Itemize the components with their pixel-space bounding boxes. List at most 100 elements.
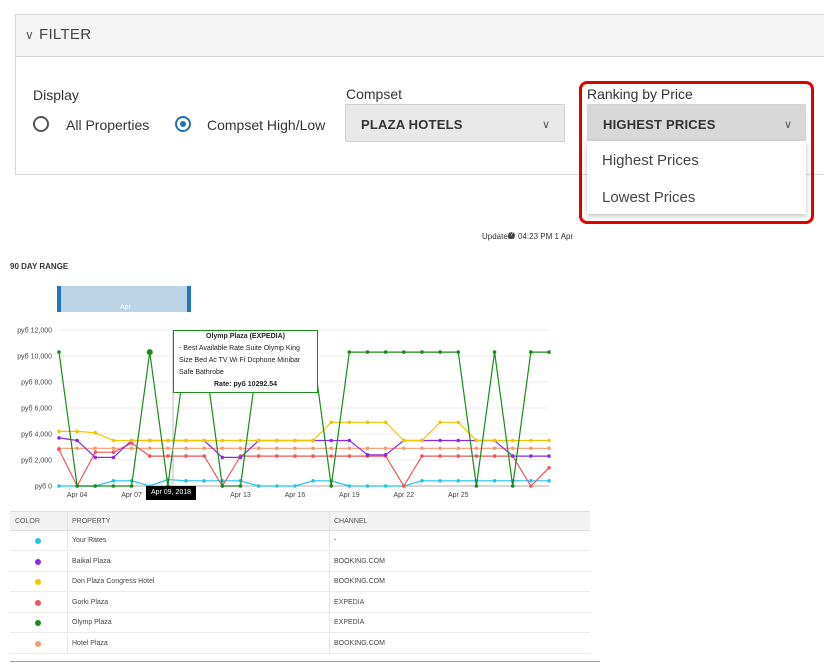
data-point[interactable]	[474, 438, 479, 443]
data-point[interactable]	[529, 484, 533, 488]
data-point[interactable]	[492, 454, 497, 458]
data-point[interactable]	[547, 454, 551, 458]
data-point[interactable]	[329, 446, 334, 451]
data-point[interactable]	[57, 350, 61, 354]
data-point[interactable]	[438, 438, 442, 443]
data-point[interactable]	[420, 454, 424, 458]
data-point[interactable]	[93, 484, 98, 488]
data-point[interactable]	[456, 350, 461, 354]
data-point[interactable]	[438, 446, 442, 451]
data-point[interactable]	[220, 438, 225, 443]
data-point[interactable]	[202, 454, 206, 458]
data-point[interactable]	[75, 438, 79, 443]
help-icon[interactable]: ?	[508, 232, 515, 239]
data-point[interactable]	[456, 420, 461, 425]
data-point[interactable]	[75, 484, 79, 488]
data-point[interactable]	[492, 479, 497, 483]
data-point[interactable]	[365, 350, 370, 354]
data-point[interactable]	[184, 479, 188, 483]
data-point[interactable]	[293, 438, 297, 443]
data-point[interactable]	[402, 484, 406, 488]
data-point[interactable]	[329, 454, 334, 458]
chevron-down-icon[interactable]: ∨	[25, 28, 34, 42]
data-point[interactable]	[420, 438, 424, 443]
data-point[interactable]	[547, 350, 551, 354]
data-point[interactable]	[456, 454, 461, 458]
data-point[interactable]	[347, 350, 352, 354]
data-point[interactable]	[402, 438, 406, 443]
data-point[interactable]	[311, 479, 315, 483]
data-point[interactable]	[57, 429, 61, 434]
data-point[interactable]	[166, 446, 170, 451]
data-point[interactable]	[438, 454, 442, 458]
data-point[interactable]	[238, 438, 243, 443]
data-point[interactable]	[474, 454, 479, 458]
data-point[interactable]	[256, 446, 261, 451]
data-point[interactable]	[383, 350, 388, 354]
data-point[interactable]	[238, 484, 243, 488]
data-point[interactable]	[529, 479, 533, 483]
data-point[interactable]	[129, 484, 134, 488]
data-point[interactable]	[456, 446, 461, 451]
data-point[interactable]	[347, 420, 352, 425]
data-point[interactable]	[510, 484, 515, 488]
data-point[interactable]	[202, 438, 206, 443]
filter-title[interactable]: FILTER	[39, 26, 91, 43]
data-point[interactable]	[238, 455, 243, 460]
data-point[interactable]	[220, 484, 225, 488]
data-point[interactable]	[93, 450, 98, 454]
data-point[interactable]	[220, 455, 225, 460]
range-handle-right[interactable]	[187, 286, 191, 312]
data-point[interactable]	[420, 479, 424, 483]
data-point[interactable]	[529, 446, 533, 451]
data-point[interactable]	[420, 350, 424, 354]
data-point[interactable]	[383, 453, 388, 457]
data-point[interactable]	[311, 446, 315, 451]
data-point[interactable]	[256, 454, 261, 458]
data-point[interactable]	[111, 479, 116, 483]
data-point[interactable]	[311, 454, 315, 458]
data-point[interactable]	[329, 484, 334, 488]
data-point[interactable]	[547, 466, 551, 470]
data-point[interactable]	[347, 484, 352, 488]
data-point[interactable]	[383, 446, 388, 451]
range-handle-left[interactable]	[57, 286, 61, 312]
data-point[interactable]	[547, 446, 551, 451]
data-point[interactable]	[383, 484, 388, 488]
data-point[interactable]	[311, 438, 315, 443]
data-point[interactable]	[57, 484, 61, 488]
data-point[interactable]	[456, 438, 461, 443]
data-point[interactable]	[111, 455, 116, 460]
data-point[interactable]	[93, 446, 98, 451]
data-point[interactable]	[402, 446, 406, 451]
data-point[interactable]	[202, 446, 206, 451]
data-point[interactable]	[347, 454, 352, 458]
radio-compset-high-low[interactable]	[175, 116, 191, 132]
data-point[interactable]	[510, 446, 515, 451]
data-point[interactable]	[202, 479, 206, 483]
data-point[interactable]	[184, 446, 188, 451]
data-point[interactable]	[456, 479, 461, 483]
data-point[interactable]	[529, 438, 533, 443]
data-point[interactable]	[365, 420, 370, 425]
data-point[interactable]	[111, 438, 116, 443]
data-point[interactable]	[93, 430, 98, 435]
data-point[interactable]	[402, 350, 406, 354]
data-point[interactable]	[57, 436, 61, 440]
data-point[interactable]	[57, 447, 61, 452]
data-point[interactable]	[438, 479, 442, 483]
data-point[interactable]	[111, 484, 116, 488]
data-point[interactable]	[256, 438, 261, 443]
data-point[interactable]	[529, 454, 533, 458]
data-point[interactable]	[474, 484, 479, 488]
data-point[interactable]	[129, 446, 134, 451]
data-point[interactable]	[420, 446, 424, 451]
data-point[interactable]	[492, 438, 497, 443]
data-point[interactable]	[383, 420, 388, 425]
data-point[interactable]	[547, 479, 551, 483]
data-point[interactable]	[329, 438, 334, 443]
data-point[interactable]	[492, 446, 497, 451]
chevron-down-icon[interactable]: ∨	[542, 118, 550, 131]
data-point[interactable]	[474, 446, 479, 451]
data-point[interactable]	[166, 454, 170, 458]
